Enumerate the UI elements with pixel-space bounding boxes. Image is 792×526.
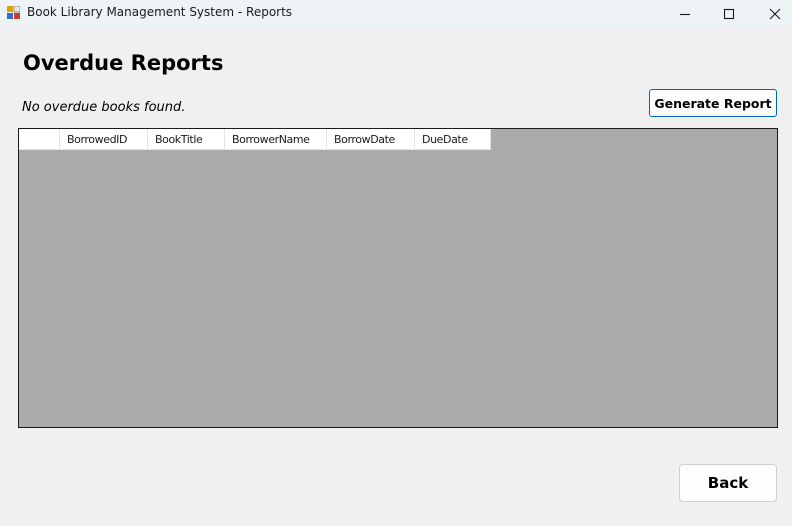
column-header-duedate[interactable]: DueDate	[415, 129, 491, 150]
overdue-data-grid[interactable]: BorrowedID BookTitle BorrowerName Borrow…	[18, 128, 778, 428]
app-icon	[7, 6, 20, 19]
back-button[interactable]: Back	[679, 464, 777, 502]
row-header-corner[interactable]	[19, 129, 60, 150]
status-message: No overdue books found.	[22, 100, 186, 115]
maximize-icon	[723, 8, 735, 19]
column-header-borrowername[interactable]: BorrowerName	[225, 129, 327, 150]
page-title: Overdue Reports	[23, 51, 224, 75]
generate-report-button[interactable]: Generate Report	[649, 89, 777, 117]
close-button[interactable]	[752, 0, 792, 27]
close-icon	[769, 8, 781, 19]
minimize-icon	[680, 13, 690, 15]
window-title: Book Library Management System - Reports	[27, 5, 293, 19]
column-header-booktitle[interactable]: BookTitle	[148, 129, 225, 150]
column-header-borrowdate[interactable]: BorrowDate	[327, 129, 415, 150]
title-bar: Book Library Management System - Reports	[0, 0, 792, 27]
column-header-borrowedid[interactable]: BorrowedID	[60, 129, 148, 150]
minimize-button[interactable]	[662, 0, 708, 27]
maximize-button[interactable]	[706, 0, 752, 27]
grid-header-row: BorrowedID BookTitle BorrowerName Borrow…	[19, 129, 491, 150]
